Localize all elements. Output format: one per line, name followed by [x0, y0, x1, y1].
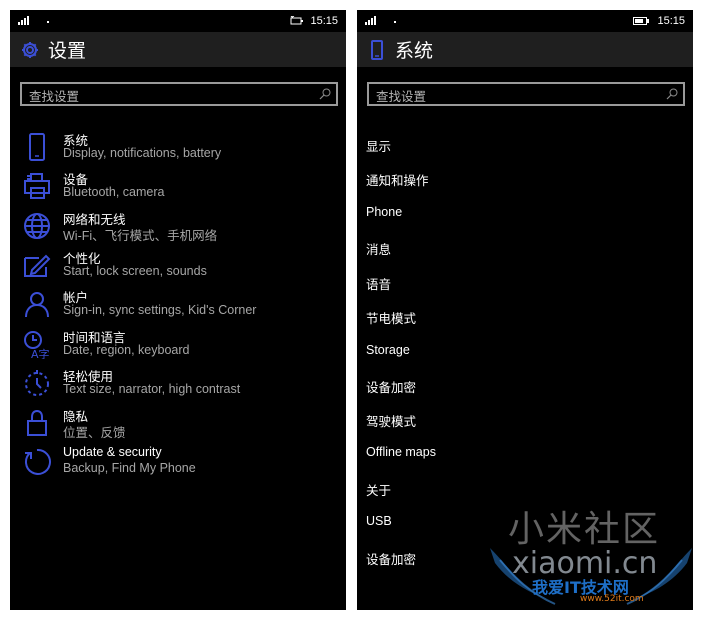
system-screen: 15:15 系统 查找设置 显示 通知和操作 Phone 消息 语音 节电模式 … — [357, 10, 693, 610]
search-input[interactable]: 查找设置 — [20, 82, 338, 106]
item-title: Update & security — [63, 445, 162, 459]
settings-item-update-security[interactable]: Update & security Backup, Find My Phone — [10, 443, 346, 481]
printer-icon — [24, 173, 50, 199]
globe-icon — [24, 213, 50, 239]
system-item[interactable]: 关于 — [366, 480, 391, 499]
system-item[interactable]: Storage — [366, 343, 410, 357]
status-bar: 15:15 — [10, 10, 346, 32]
system-item[interactable]: 通知和操作 — [366, 170, 429, 189]
gear-icon — [20, 40, 40, 60]
system-item[interactable]: 消息 — [366, 239, 391, 258]
system-item[interactable]: Phone — [366, 205, 402, 219]
system-item[interactable]: 设备加密 — [366, 377, 416, 396]
system-item[interactable]: 语音 — [366, 274, 391, 293]
item-subtitle: Display, notifications, battery — [63, 146, 222, 160]
ease-of-access-icon — [25, 370, 49, 396]
status-time: 15:15 — [657, 15, 685, 27]
item-subtitle: Wi-Fi、飞行模式、手机网络 — [63, 229, 218, 243]
phone-icon — [367, 39, 387, 60]
page-title: 系统 — [395, 41, 434, 62]
search-icon[interactable] — [318, 87, 332, 101]
item-subtitle: Start, lock screen, sounds — [63, 264, 207, 278]
system-item[interactable]: USB — [366, 514, 392, 528]
status-bar: 15:15 — [357, 10, 693, 32]
person-icon — [25, 292, 49, 318]
settings-item-accounts[interactable]: 帐户 Sign-in, sync settings, Kid's Corner — [10, 285, 346, 323]
signal-icon — [365, 16, 378, 25]
search-placeholder: 查找设置 — [29, 90, 80, 104]
system-item[interactable]: 节电模式 — [366, 308, 416, 327]
system-item[interactable]: 显示 — [366, 136, 391, 155]
item-subtitle: Date, region, keyboard — [63, 343, 190, 357]
update-icon — [25, 448, 51, 475]
settings-item-system[interactable]: 系统 Display, notifications, battery — [10, 128, 346, 166]
system-item[interactable]: 驾驶模式 — [366, 411, 416, 430]
settings-item-personalization[interactable]: 个性化 Start, lock screen, sounds — [10, 246, 346, 284]
status-dot — [394, 21, 396, 23]
status-time: 15:15 — [310, 15, 338, 27]
item-subtitle: Text size, narrator, high contrast — [63, 382, 241, 396]
page-header: 系统 — [357, 32, 693, 67]
settings-item-ease-of-access[interactable]: 轻松使用 Text size, narrator, high contrast — [10, 364, 346, 402]
item-subtitle: Bluetooth, camera — [63, 185, 165, 199]
settings-item-devices[interactable]: 设备 Bluetooth, camera — [10, 167, 346, 205]
personalize-icon — [24, 254, 51, 277]
settings-item-privacy[interactable]: 隐私 位置、反馈 — [10, 404, 346, 442]
settings-item-time-language[interactable]: A字 时间和语言 Date, region, keyboard — [10, 325, 346, 363]
settings-item-network[interactable]: 网络和无线 Wi-Fi、飞行模式、手机网络 — [10, 207, 346, 245]
lock-icon — [27, 409, 47, 436]
page-title: 设置 — [48, 41, 87, 62]
svg-text:A字: A字 — [31, 347, 50, 359]
page-header: 设置 — [10, 32, 346, 67]
search-icon[interactable] — [665, 87, 679, 101]
charging-icon — [290, 16, 304, 25]
phone-icon — [29, 133, 45, 161]
item-subtitle: 位置、反馈 — [63, 426, 126, 440]
item-subtitle: Sign-in, sync settings, Kid's Corner — [63, 303, 257, 317]
item-subtitle: Backup, Find My Phone — [63, 461, 196, 475]
system-item[interactable]: 设备加密 — [366, 549, 416, 568]
time-language-icon: A字 — [24, 331, 50, 359]
settings-screen: 15:15 设置 查找设置 系统 Display, notifications,… — [10, 10, 346, 610]
status-dot — [47, 21, 49, 23]
system-item[interactable]: Offline maps — [366, 445, 436, 459]
signal-icon — [18, 16, 31, 25]
search-placeholder: 查找设置 — [376, 90, 427, 104]
search-input[interactable]: 查找设置 — [367, 82, 685, 106]
battery-icon — [633, 17, 650, 25]
